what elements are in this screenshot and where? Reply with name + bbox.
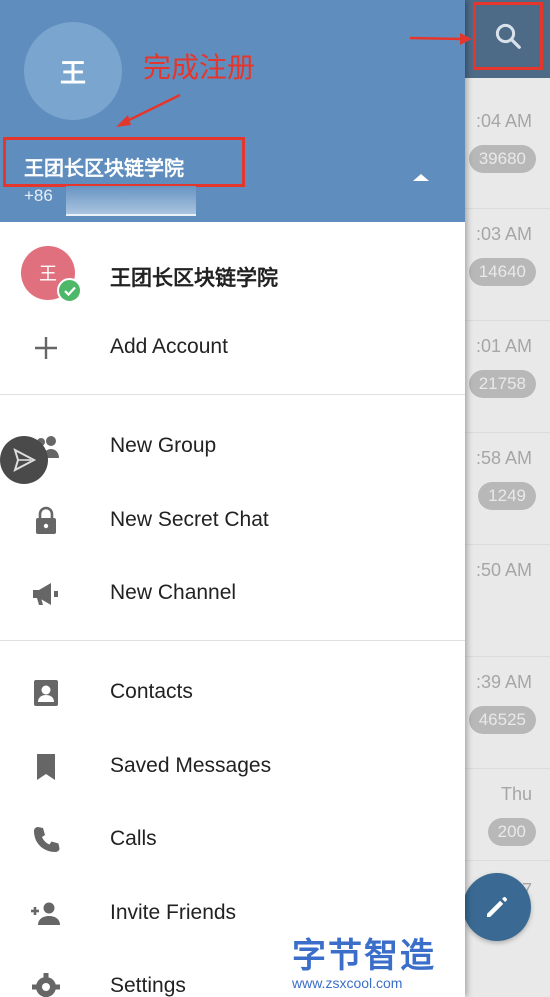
chat-time: Thu: [500, 784, 532, 804]
chat-toolbar: [465, 0, 550, 78]
settings-label: Settings: [110, 974, 186, 997]
add-person-icon: [31, 902, 60, 925]
add-account-button[interactable]: Add Account: [0, 309, 465, 383]
new-channel-label: New Channel: [110, 581, 237, 604]
watermark: 字节智造 www.zsxcool.com: [292, 928, 464, 991]
contacts-label: Contacts: [110, 680, 193, 703]
saved-messages-label: Saved Messages: [110, 754, 272, 777]
chat-list-background: :04 AM 39680 :03 AM 14640 :01 AM 21758 :…: [465, 0, 550, 997]
invite-friends-label: Invite Friends: [110, 901, 237, 924]
calls-button[interactable]: Calls: [0, 801, 465, 875]
megaphone-icon: [33, 583, 58, 605]
divider: [0, 394, 465, 395]
unread-badge: 200: [487, 818, 536, 846]
calls-label: Calls: [110, 827, 157, 850]
plus-icon: [35, 337, 57, 359]
chat-row[interactable]: :50 AM: [465, 544, 550, 656]
contacts-button[interactable]: Contacts: [0, 654, 465, 728]
chat-row[interactable]: :04 AM 39680: [465, 95, 550, 207]
unread-badge: 14640: [468, 258, 536, 286]
navigation-drawer: 王 完成注册 王团长区块链学院 +86 王团长区块链学院 王 Add Accou…: [0, 0, 465, 997]
search-icon: [495, 23, 521, 49]
unread-badge: 21758: [468, 370, 536, 398]
unread-badge: 39680: [468, 145, 536, 173]
new-group-label: New Group: [110, 434, 217, 457]
chat-row[interactable]: :03 AM 14640: [465, 208, 550, 320]
profile-phone: +86: [24, 186, 53, 205]
chat-row[interactable]: :01 AM 21758: [465, 320, 550, 432]
send-icon: [13, 448, 37, 472]
chat-time: :03 AM: [475, 224, 532, 244]
add-account-label: Add Account: [110, 335, 228, 358]
new-group-button[interactable]: New Group: [0, 408, 465, 482]
phone-icon: [34, 827, 60, 852]
gear-icon: [32, 973, 60, 997]
chat-time: :39 AM: [475, 672, 532, 692]
chevron-up-icon[interactable]: [410, 170, 432, 184]
contact-card-icon: [34, 680, 58, 706]
phone-redaction: [66, 186, 196, 216]
watermark-title: 字节智造: [292, 937, 436, 975]
chat-row[interactable]: Thu 200: [465, 768, 550, 880]
drawer-header: 王 完成注册 王团长区块链学院 +86: [0, 0, 465, 222]
watermark-url: www.zsxcool.com: [292, 975, 403, 991]
pencil-icon: [487, 896, 508, 917]
chat-time: :58 AM: [475, 448, 532, 468]
new-channel-button[interactable]: New Channel: [0, 555, 465, 629]
search-button[interactable]: [473, 2, 543, 70]
chat-time: :01 AM: [475, 336, 532, 356]
bookmark-icon: [37, 754, 55, 780]
chat-time: :50 AM: [475, 560, 532, 580]
unread-badge: 46525: [468, 706, 536, 734]
profile-avatar[interactable]: 王: [24, 22, 122, 120]
account-name: 王团长区块链学院: [110, 267, 278, 290]
unread-badge: 1249: [478, 482, 536, 510]
new-secret-chat-button[interactable]: New Secret Chat: [0, 482, 465, 556]
chat-time: :04 AM: [475, 111, 532, 131]
divider: [0, 640, 465, 641]
new-secret-chat-label: New Secret Chat: [110, 508, 269, 531]
compose-fab[interactable]: [463, 873, 531, 941]
floating-share-button[interactable]: [0, 436, 48, 484]
check-icon: [57, 278, 82, 303]
annotation-register-done: 完成注册: [143, 52, 256, 83]
chat-row[interactable]: :39 AM 46525: [465, 656, 550, 768]
lock-icon: [36, 506, 56, 534]
chat-row[interactable]: :58 AM 1249: [465, 432, 550, 544]
profile-name: 王团长区块链学院: [24, 158, 184, 180]
saved-messages-button[interactable]: Saved Messages: [0, 728, 465, 802]
